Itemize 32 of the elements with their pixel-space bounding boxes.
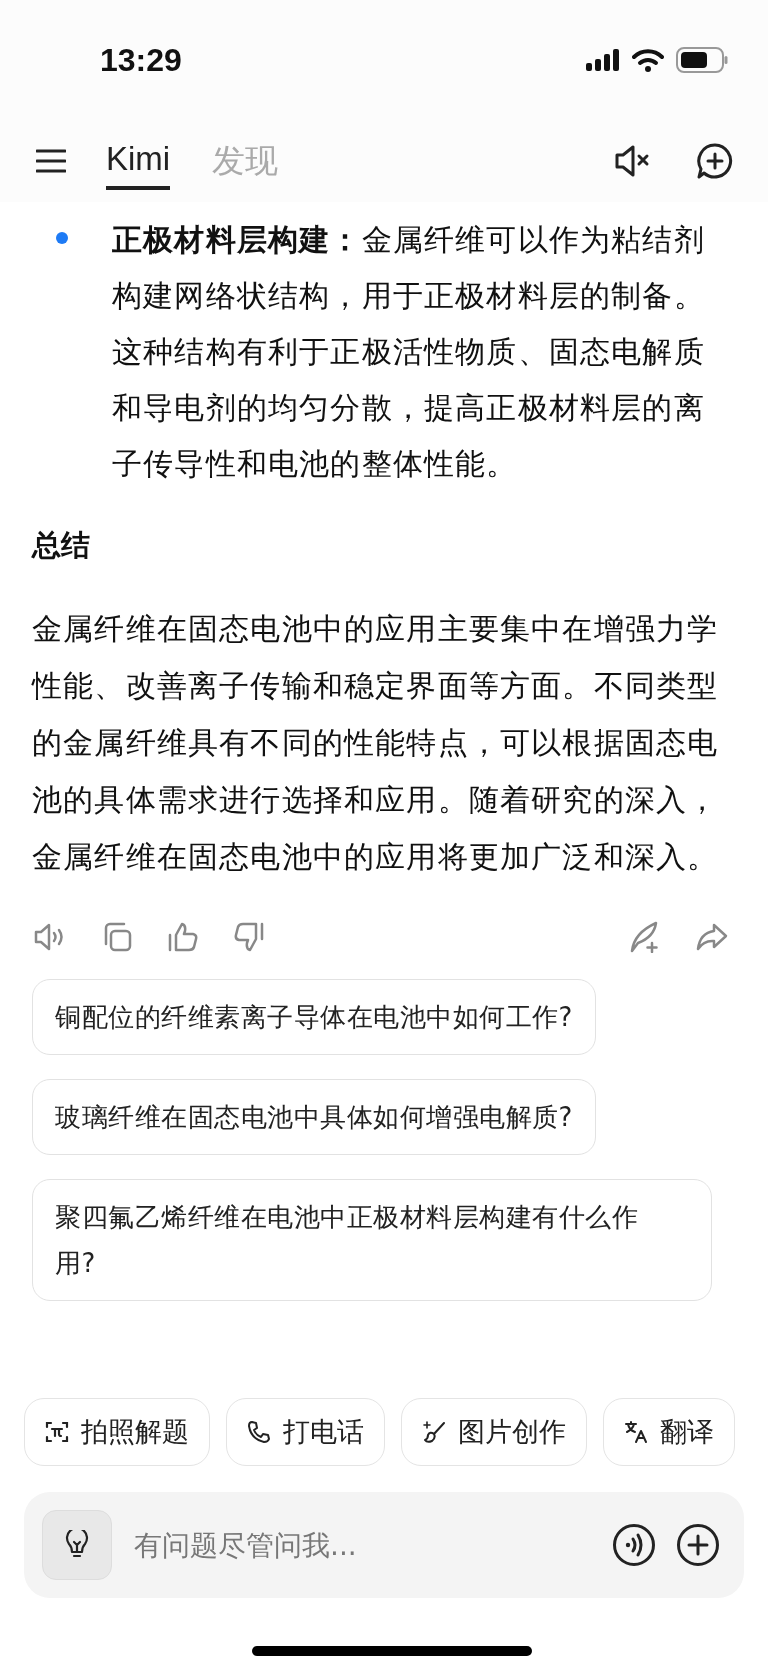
quill-plus-icon[interactable]: [630, 921, 660, 953]
summary-paragraph: 金属纤维在固态电池中的应用主要集中在增强力学性能、改善离子传输和稳定界面等方面。不同类型的金属纤维具有不同的性能特点，可以根据固态电池的具体需求进行选择和应用。随着研究的深入，金属纤维在固态电池中的应用将更加广泛和深入。: [32, 610, 720, 876]
scan-icon: [45, 1420, 69, 1444]
shortcut-chip[interactable]: 拍照解题: [24, 1398, 210, 1466]
brush-icon: [422, 1420, 446, 1444]
suggestion-button[interactable]: 铜配位的纤维素离子导体在电池中如何工作?: [32, 979, 596, 1055]
phone-icon: [247, 1420, 271, 1444]
wifi-icon: [632, 48, 664, 72]
shortcut-chip[interactable]: 图片创作: [401, 1398, 587, 1466]
signal-icon: [586, 49, 620, 71]
thumbs-up-icon[interactable]: [168, 922, 198, 952]
lightbulb-icon: [65, 1530, 89, 1560]
translate-icon: [624, 1420, 648, 1444]
menu-icon[interactable]: [36, 148, 66, 174]
new-chat-icon[interactable]: [696, 142, 734, 180]
suggestion-button[interactable]: 玻璃纤维在固态电池中具体如何增强电解质?: [32, 1079, 596, 1155]
share-arrow-icon[interactable]: [696, 923, 728, 951]
status-time: 13:29: [100, 41, 182, 79]
voice-icon[interactable]: [612, 1523, 656, 1567]
bullet-paragraph: 正极材料层构建：金属纤维可以作为粘结剂构建网络状结构，用于正极材料层的制备。这种结构有利于正极活性物质、固态电解质和导电剂的均匀分散，提高正极材料层的离子传导性和电池的整体性能。: [112, 221, 706, 483]
section-heading: 总结: [32, 527, 91, 564]
shortcut-chip[interactable]: 翻译: [603, 1398, 735, 1466]
thumbs-down-icon[interactable]: [234, 922, 264, 952]
battery-icon: [676, 47, 728, 73]
add-icon[interactable]: [676, 1523, 720, 1567]
copy-icon[interactable]: [102, 922, 132, 952]
speaker-icon[interactable]: [34, 922, 66, 952]
suggestion-button[interactable]: 聚四氟乙烯纤维在电池中正极材料层构建有什么作用?: [32, 1179, 712, 1301]
shortcut-chip[interactable]: 打电话: [226, 1398, 385, 1466]
header-tab[interactable]: Kimi: [106, 132, 171, 190]
bullet-dot: [56, 232, 68, 244]
idea-button[interactable]: [42, 1510, 112, 1580]
